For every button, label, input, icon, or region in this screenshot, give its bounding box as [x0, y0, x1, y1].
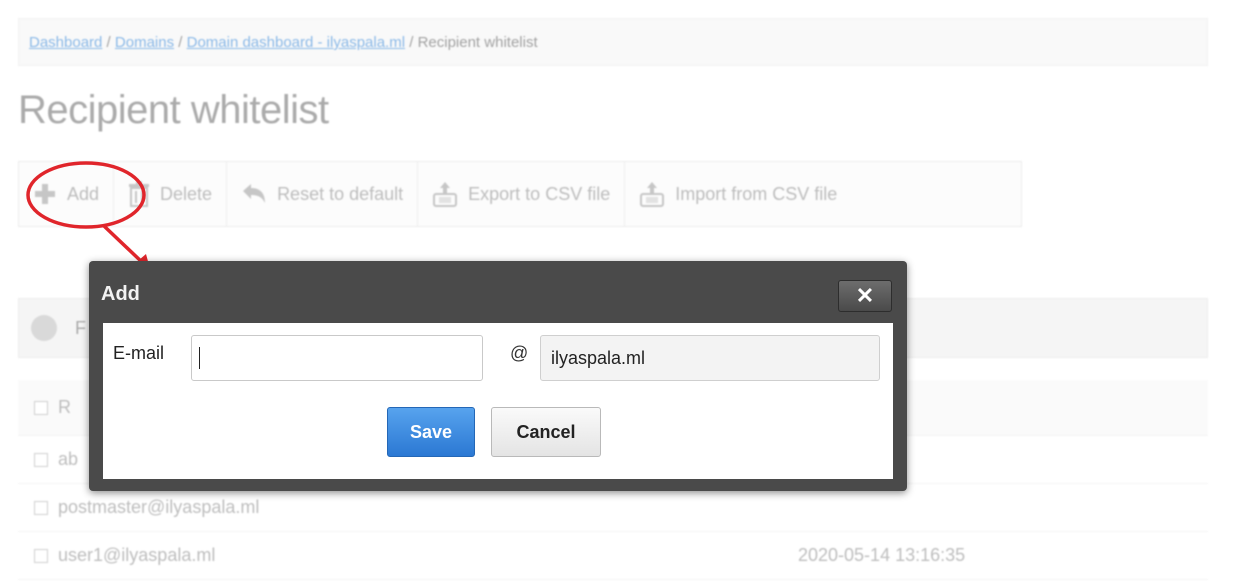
reset-to-default-button[interactable]: Reset to default [227, 162, 419, 226]
add-button[interactable]: Add [19, 162, 115, 226]
row-recipient: postmaster@ilyaspala.ml [58, 497, 260, 517]
header-recipient: R [58, 397, 71, 417]
text-caret [199, 347, 200, 369]
close-icon: ✕ [855, 283, 875, 308]
table-row: postmaster@ilyaspala.ml [18, 484, 1208, 532]
row-checkbox[interactable] [34, 452, 48, 467]
close-button[interactable]: ✕ [838, 280, 892, 312]
page-title: Recipient whitelist [18, 88, 329, 132]
import-button-label: Import from CSV file [675, 183, 838, 204]
select-all-checkbox[interactable] [34, 400, 48, 415]
export-csv-button[interactable]: Export to CSV file [418, 162, 626, 226]
breadcrumb: Dashboard / Domains / Domain dashboard -… [18, 18, 1208, 66]
row-checkbox[interactable] [34, 548, 48, 563]
undo-icon [241, 183, 267, 205]
email-label: E-mail [113, 343, 165, 363]
dialog-body: E-mail @ Save Cancel [103, 323, 893, 479]
breadcrumb-current: Recipient whitelist [417, 34, 538, 51]
reset-button-label: Reset to default [277, 183, 404, 204]
csv-import-icon [639, 181, 665, 207]
row-recipient: ab [58, 449, 79, 469]
domain-field[interactable] [540, 335, 880, 381]
dialog-title: Add [101, 283, 140, 305]
at-sign: @ [510, 343, 529, 363]
breadcrumb-separator: / [405, 34, 418, 51]
save-button[interactable]: Save [387, 407, 475, 457]
add-dialog: Add ✕ E-mail @ Save Cancel [89, 261, 907, 491]
trash-icon [128, 181, 150, 207]
cancel-button[interactable]: Cancel [491, 407, 601, 457]
breadcrumb-domain-dashboard-link[interactable]: Domain dashboard - ilyaspala.ml [187, 34, 405, 51]
delete-button-label: Delete [160, 183, 213, 204]
breadcrumb-separator: / [102, 34, 115, 51]
breadcrumb-domains-link[interactable]: Domains [115, 34, 174, 51]
row-date: 2020-05-14 13:16:35 [798, 545, 966, 565]
row-checkbox[interactable] [34, 500, 48, 515]
breadcrumb-dashboard-link[interactable]: Dashboard [29, 34, 102, 51]
filter-toggle-icon [31, 315, 57, 341]
toolbar: Add Delete Reset to default Export to CS… [18, 161, 1022, 227]
import-csv-button[interactable]: Import from CSV file [625, 162, 851, 226]
plus-icon [33, 182, 57, 206]
add-button-label: Add [67, 183, 100, 204]
export-button-label: Export to CSV file [468, 183, 611, 204]
table-row: user1@ilyaspala.ml 2020-05-14 13:16:35 [18, 532, 1208, 580]
email-field[interactable] [191, 335, 483, 381]
breadcrumb-separator: / [174, 34, 187, 51]
csv-export-icon [432, 181, 458, 207]
filter-label: F [75, 317, 86, 338]
row-recipient: user1@ilyaspala.ml [58, 545, 216, 565]
delete-button[interactable]: Delete [114, 162, 228, 226]
